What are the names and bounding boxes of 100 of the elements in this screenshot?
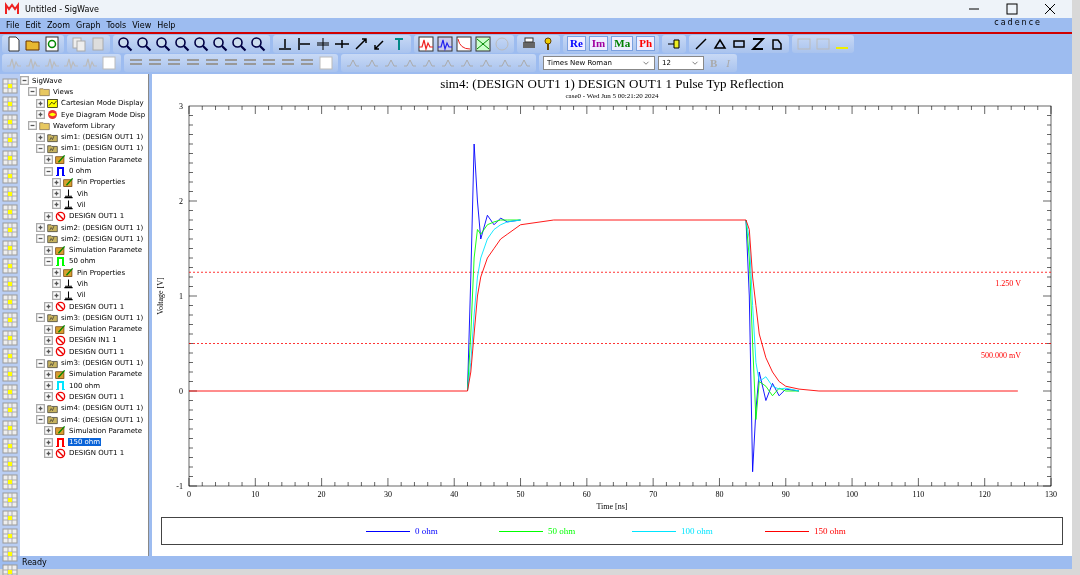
prohibited-icon xyxy=(55,334,66,346)
waveform-view-icon[interactable] xyxy=(418,35,434,52)
zoom-icon[interactable] xyxy=(212,35,228,52)
grid-icon[interactable] xyxy=(2,384,18,400)
zigzag-tool-icon[interactable] xyxy=(750,35,766,52)
collapse-icon[interactable] xyxy=(28,87,37,97)
component-button[interactable]: Im xyxy=(588,36,609,51)
grid-icon[interactable] xyxy=(2,402,18,418)
component-button[interactable]: Re xyxy=(567,36,586,51)
maximize-icon[interactable] xyxy=(1004,1,1020,17)
grid-icon[interactable] xyxy=(2,456,18,472)
expand-icon[interactable] xyxy=(44,448,53,458)
line-tool-icon[interactable] xyxy=(693,35,709,52)
menu-item[interactable]: Edit xyxy=(25,20,41,30)
decay-chart-icon[interactable] xyxy=(456,35,472,52)
prohibited-icon xyxy=(55,301,66,313)
expand-icon[interactable] xyxy=(52,290,61,300)
grid-icon[interactable] xyxy=(2,150,18,166)
menu-item[interactable]: Tools xyxy=(106,20,127,30)
grid-icon[interactable] xyxy=(2,294,18,310)
collapse-icon[interactable] xyxy=(28,121,37,131)
zoom-icon[interactable] xyxy=(193,35,209,52)
grid-icon[interactable] xyxy=(2,510,18,526)
grid-icon[interactable] xyxy=(2,330,18,346)
legend-label: 50 ohm xyxy=(548,526,577,536)
zoom-icon[interactable] xyxy=(231,35,247,52)
multi-wave-icon[interactable] xyxy=(437,35,453,52)
folder-icon xyxy=(47,357,58,369)
menu-item[interactable]: View xyxy=(132,20,152,30)
y-tick-label: 2 xyxy=(179,197,183,206)
grid-icon[interactable] xyxy=(2,276,18,292)
expand-icon[interactable] xyxy=(36,223,45,232)
zoom-icon[interactable] xyxy=(250,35,266,52)
grid-icon[interactable] xyxy=(2,348,18,364)
expand-icon[interactable] xyxy=(36,110,45,120)
grid-icon[interactable] xyxy=(2,204,18,220)
grid-icon[interactable] xyxy=(2,438,18,454)
expand-icon[interactable] xyxy=(44,369,53,379)
marker-icon[interactable] xyxy=(315,35,331,52)
zoom-icon[interactable] xyxy=(117,35,133,52)
expand-icon[interactable] xyxy=(44,347,53,357)
expand-icon[interactable] xyxy=(52,189,61,199)
expand-icon[interactable] xyxy=(44,426,53,436)
component-button[interactable]: Ma xyxy=(611,36,634,51)
grid-icon[interactable] xyxy=(2,420,18,436)
grid-icon[interactable] xyxy=(2,492,18,508)
expand-icon[interactable] xyxy=(44,245,53,255)
collapse-icon[interactable] xyxy=(36,313,45,323)
grid-icon[interactable] xyxy=(2,96,18,112)
expand-icon[interactable] xyxy=(44,437,53,447)
menu-item[interactable]: Zoom xyxy=(46,20,70,30)
grid-icon[interactable] xyxy=(2,258,18,274)
close-icon[interactable] xyxy=(1042,1,1058,17)
grid-icon[interactable] xyxy=(2,474,18,490)
zoom-in-icon[interactable] xyxy=(155,35,171,52)
expand-icon[interactable] xyxy=(52,279,61,289)
collapse-icon[interactable] xyxy=(36,358,45,368)
folder-icon xyxy=(47,414,58,426)
marker-icon[interactable] xyxy=(296,35,312,52)
collapse-icon[interactable] xyxy=(36,143,45,153)
grid-icon[interactable] xyxy=(2,222,18,238)
new-file-icon[interactable] xyxy=(6,35,22,52)
expand-icon[interactable] xyxy=(52,268,61,278)
expand-icon[interactable] xyxy=(52,200,61,210)
grid-icon[interactable] xyxy=(2,366,18,382)
collapse-icon[interactable] xyxy=(44,256,53,266)
x-tick-label: 10 xyxy=(251,490,260,499)
menu-item[interactable]: File xyxy=(6,20,20,30)
diagonal-arrow-icon[interactable] xyxy=(353,35,369,52)
expand-icon[interactable] xyxy=(44,324,53,334)
expand-icon[interactable] xyxy=(44,392,53,402)
expand-icon[interactable] xyxy=(44,155,53,165)
expand-icon[interactable] xyxy=(44,335,53,345)
y-tick-label: 1 xyxy=(179,292,183,301)
expand-icon[interactable] xyxy=(52,177,61,187)
grid-icon[interactable] xyxy=(2,312,18,328)
zoom-icon[interactable] xyxy=(136,35,152,52)
collapse-icon[interactable] xyxy=(36,415,45,425)
grid-icon[interactable] xyxy=(2,114,18,130)
grid-icon[interactable] xyxy=(2,546,18,562)
expand-icon[interactable] xyxy=(44,302,53,312)
expand-icon[interactable] xyxy=(36,403,45,413)
collapse-icon[interactable] xyxy=(20,76,29,86)
grid-icon[interactable] xyxy=(2,186,18,202)
grid-icon[interactable] xyxy=(2,132,18,148)
expand-icon[interactable] xyxy=(44,381,53,391)
expand-icon[interactable] xyxy=(44,211,53,221)
zoom-out-icon[interactable] xyxy=(174,35,190,52)
folder-icon xyxy=(47,233,58,245)
grid-icon[interactable] xyxy=(2,528,18,544)
grid-icon[interactable] xyxy=(2,168,18,184)
menu-item[interactable]: Graph xyxy=(75,20,101,30)
expand-icon[interactable] xyxy=(36,98,45,108)
folder-icon xyxy=(39,120,50,132)
expand-icon[interactable] xyxy=(36,132,45,142)
collapse-icon[interactable] xyxy=(36,234,45,244)
collapse-icon[interactable] xyxy=(44,166,53,176)
eye-diagram-icon[interactable] xyxy=(475,35,491,52)
menu-item[interactable]: Help xyxy=(157,20,176,30)
grid-icon[interactable] xyxy=(2,240,18,256)
